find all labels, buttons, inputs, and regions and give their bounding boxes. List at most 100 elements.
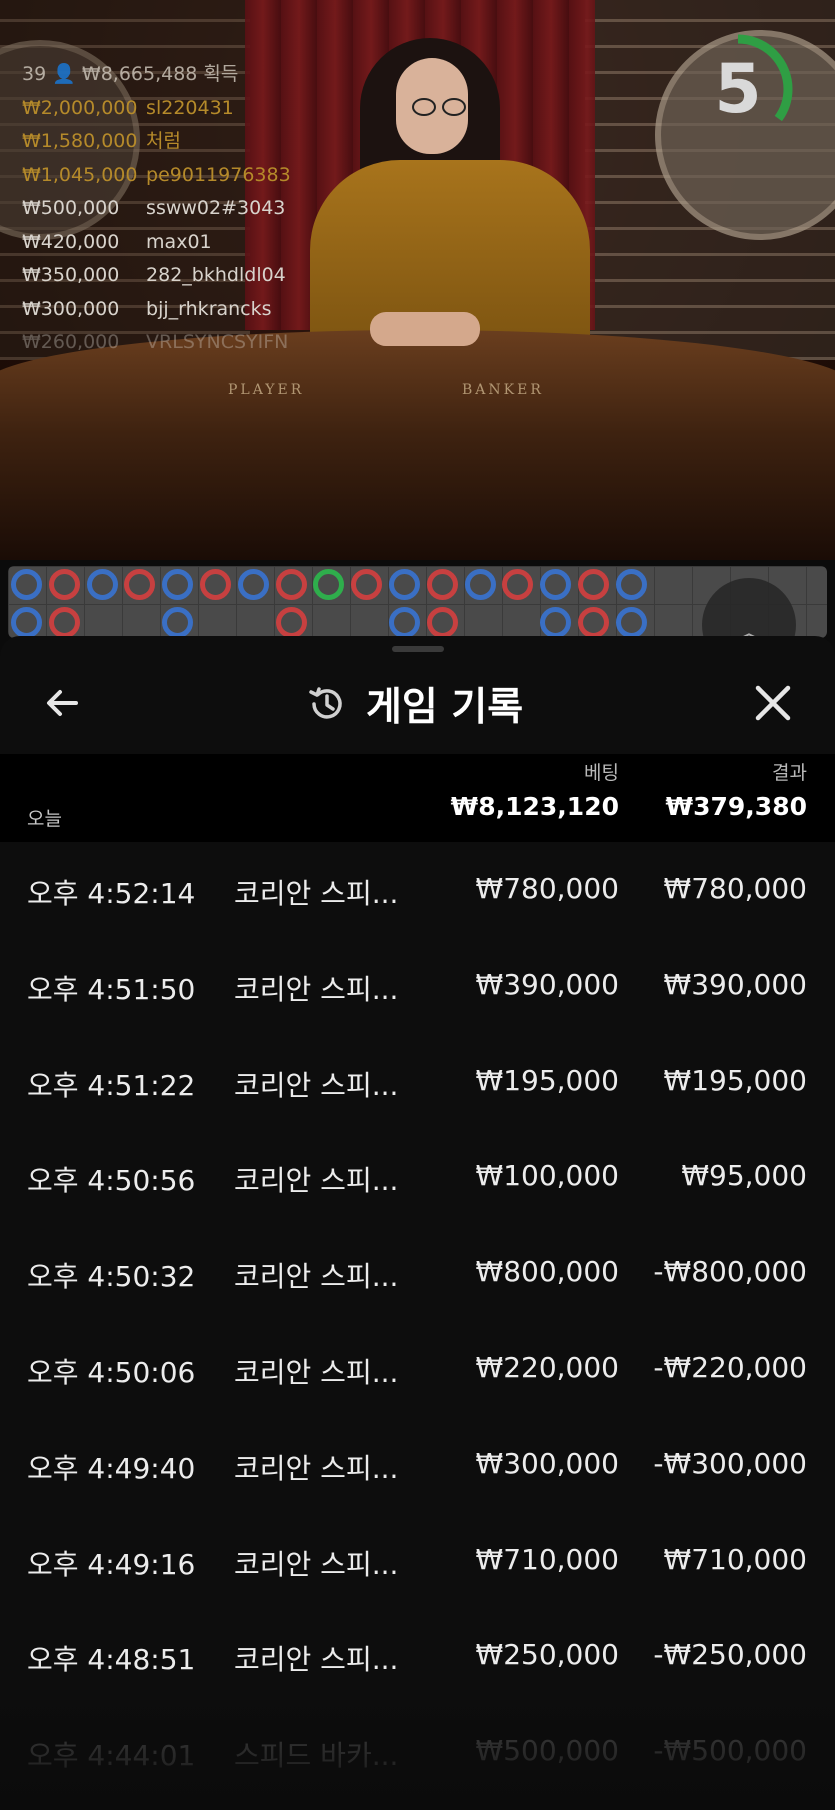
banker-bead [502,569,534,600]
history-row[interactable]: 오후 4:49:40 코리안 스피... ₩300,000 -₩300,000 [0,1419,835,1515]
leaderboard-amount: ₩260,000 [22,331,120,353]
player-bead [162,569,194,600]
history-result-amount: -₩300,000 [653,1446,807,1480]
leaderboard-amount: ₩1,045,000 [22,163,138,186]
leaderboard-player-name: bjj_rhkrancks [146,297,272,320]
leaderboard-row: ₩2,000,000 sl220431 [22,92,291,126]
column-header-result: 결과 [772,762,807,784]
player-bead [615,569,647,600]
leaderboard-amount: ₩500,000 [22,197,120,219]
banker-bead [426,569,458,600]
history-row[interactable]: 오후 4:50:56 코리안 스피... ₩100,000 ₩95,000 [0,1131,835,1227]
history-time: 오후 4:48:51 [27,1643,196,1677]
player-bead [389,569,420,600]
history-result-amount: -₩220,000 [653,1351,807,1384]
history-game-name: 코리안 스피... [234,1643,399,1677]
player-bead [389,606,420,638]
banker-label: BANKER [462,382,544,398]
total-bet: ₩8,123,120 [450,792,619,821]
history-bet-amount: ₩710,000 [475,1542,619,1576]
sheet-header: 게임 기록 [0,658,835,748]
sheet-drag-handle[interactable] [392,646,444,652]
player-bead [11,606,42,638]
winners-leaderboard: 39 👤 ₩8,665,488 획득 ₩2,000,000 sl220431 ₩1… [22,58,291,360]
today-label: 오늘 [27,808,62,830]
history-time: 오후 4:50:06 [27,1356,196,1389]
history-result-amount: ₩390,000 [663,967,807,1001]
history-game-name: 코리안 스피... [234,1356,399,1389]
leaderboard-player-name: 처럼 [146,130,182,152]
leaderboard-row: ₩350,000 282_bkhdldl04 [22,259,291,293]
leaderboard-row: ₩260,000 VRLSYNCSYIFN [22,326,291,360]
leaderboard-row: ₩1,045,000 pe9011976383 [22,159,291,193]
leaderboard-row: ₩420,000 max01 [22,226,291,260]
player-bead [237,569,269,600]
history-game-name: 코리안 스피... [234,1068,399,1102]
back-arrow-icon[interactable] [40,680,86,726]
leaderboard-row: ₩1,580,000 처럼 [22,125,291,159]
banker-bead [578,606,609,638]
player-bead [464,569,496,600]
game-history-sheet: 게임 기록 베팅 결과 오늘 ₩8,123,120 ₩379,380 오후 4:… [0,636,835,1810]
history-row[interactable]: 오후 4:50:32 코리안 스피... ₩800,000 -₩800,000 [0,1227,835,1323]
banker-bead [578,569,609,600]
dealer-hands [370,312,480,346]
history-row[interactable]: 오후 4:49:16 코리안 스피... ₩710,000 ₩710,000 [0,1515,835,1611]
history-game-name: 코리안 스피... [234,1451,399,1485]
player-bead [540,606,572,638]
history-bet-amount: ₩195,000 [475,1063,619,1097]
history-row[interactable]: 오후 4:51:22 코리안 스피... ₩195,000 ₩195,000 [0,1036,835,1132]
leaderboard-amount: ₩1,580,000 [22,130,138,152]
history-game-name: 코리안 스피... [234,877,399,910]
history-time: 오후 4:50:56 [27,1164,196,1198]
player-bead [86,569,118,600]
leaderboard-amount: ₩420,000 [22,230,120,253]
banker-bead [124,569,156,600]
player-bead [162,606,194,638]
leaderboard-player-name: VRLSYNCSYIFN [146,331,289,353]
history-result-amount: -₩250,000 [653,1638,807,1672]
history-result-amount: ₩710,000 [663,1542,807,1576]
history-bet-amount: ₩100,000 [475,1159,619,1193]
dealer-glasses [412,98,472,116]
player-bead [11,569,42,600]
history-row[interactable]: 오후 4:50:06 코리안 스피... ₩220,000 -₩220,000 [0,1323,835,1419]
history-bet-amount: ₩780,000 [475,872,619,905]
tie-bead [313,569,345,600]
bottom-fade-overlay [0,1690,835,1810]
banker-bead [351,569,383,600]
banker-bead [275,606,307,638]
banker-bead [426,606,458,638]
history-time: 오후 4:50:32 [27,1260,196,1294]
baccarat-table [0,330,835,560]
leaderboard-amount: ₩350,000 [22,264,120,286]
close-icon[interactable] [750,680,796,726]
history-time: 오후 4:49:16 [27,1547,196,1581]
history-result-amount: ₩780,000 [663,872,807,905]
history-result-amount: -₩800,000 [653,1255,807,1289]
history-game-name: 코리안 스피... [234,972,399,1006]
history-bet-amount: ₩250,000 [475,1638,619,1672]
history-clock-icon [309,687,342,719]
player-label: PLAYER [228,382,305,398]
history-time: 오후 4:51:50 [27,972,196,1006]
leaderboard-header: 39 👤 ₩8,665,488 획득 [22,63,239,85]
history-game-name: 코리안 스피... [234,1260,399,1294]
leaderboard-row: ₩300,000 bjj_rhkrancks [22,293,291,327]
history-bet-amount: ₩300,000 [475,1446,619,1480]
player-bead [540,569,572,600]
column-header-bet: 베팅 [584,762,619,784]
live-video-stage: PLAYER BANKER 39 👤 ₩8,665,488 획득 ₩2,000,… [0,0,835,560]
history-row[interactable]: 오후 4:52:14 코리안 스피... ₩780,000 ₩780,000 [0,844,835,940]
history-result-amount: ₩95,000 [681,1159,807,1193]
leaderboard-player-name: pe9011976383 [146,163,291,186]
leaderboard-player-name: max01 [146,230,212,253]
leaderboard-amount: ₩2,000,000 [22,96,138,119]
sheet-title-group: 게임 기록 [306,676,523,732]
history-game-name: 코리안 스피... [234,1547,399,1581]
sheet-title: 게임 기록 [366,685,524,730]
history-row[interactable]: 오후 4:51:50 코리안 스피... ₩390,000 ₩390,000 [0,940,835,1036]
leaderboard-row: ₩500,000 ssww02#3043 [22,192,291,226]
history-bet-amount: ₩800,000 [475,1255,619,1289]
leaderboard-amount: ₩300,000 [22,297,120,320]
